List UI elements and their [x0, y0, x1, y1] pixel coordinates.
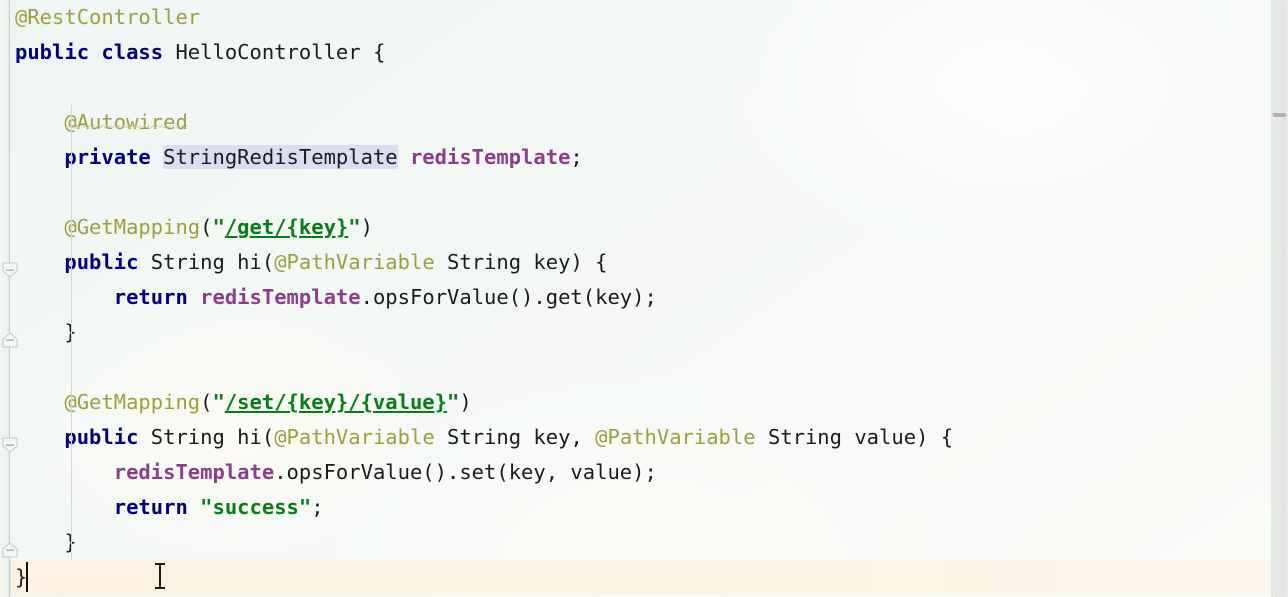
- code-line[interactable]: public String hi(@PathVariable String ke…: [11, 420, 1271, 455]
- token-punct: ): [360, 215, 373, 239]
- token-kw: class: [101, 40, 164, 64]
- indent-guide: [71, 105, 72, 560]
- token-type: HelloController: [175, 40, 361, 64]
- token-field: redisTemplate: [113, 460, 275, 484]
- code-line[interactable]: }: [7, 560, 1271, 595]
- token-punct: (: [200, 390, 213, 414]
- token-punct: value) {: [842, 425, 954, 449]
- token-str: ": [447, 390, 460, 414]
- code-line[interactable]: [11, 350, 1271, 385]
- token-punct: .opsForValue().set(key, value);: [274, 460, 657, 484]
- error-stripe-marker[interactable]: [1273, 113, 1286, 117]
- text-caret: [26, 562, 28, 592]
- fold-expand-method-get-end-icon[interactable]: [2, 332, 18, 348]
- token-str: ": [212, 390, 225, 414]
- vertical-scrollbar-track[interactable]: [1272, 0, 1288, 597]
- token-str: "success": [200, 495, 312, 519]
- code-folding-rail: [9, 0, 10, 597]
- token-anno: @PathVariable: [595, 425, 756, 449]
- identifier-under-caret-highlight: StringRedisTemplate: [163, 145, 398, 169]
- token-anno: @GetMapping: [64, 390, 201, 414]
- code-line[interactable]: @Autowired: [11, 105, 1271, 140]
- fold-collapse-method-set-icon[interactable]: [2, 437, 18, 453]
- token-punct: hi(: [224, 250, 275, 274]
- token-kw: return: [113, 285, 188, 309]
- code-line[interactable]: @RestController: [11, 0, 1271, 35]
- token-type: String: [767, 425, 842, 449]
- token-punct: .opsForValue().get(key);: [360, 285, 657, 309]
- annotation-with-weak-warning: @Autowired: [64, 110, 188, 134]
- token-field: redisTemplate: [409, 145, 571, 169]
- token-punct: (: [200, 215, 213, 239]
- code-line[interactable]: @GetMapping("/set/{key}/{value}"): [11, 385, 1271, 420]
- code-line[interactable]: }: [11, 315, 1271, 350]
- code-line[interactable]: private StringRedisTemplate redisTemplat…: [11, 140, 1271, 175]
- token-kw: return: [113, 495, 188, 519]
- token-anno: @RestController: [15, 5, 201, 29]
- token-kw: public: [64, 250, 139, 274]
- token-kw: private: [64, 145, 151, 169]
- token-type: String: [447, 250, 522, 274]
- code-text-area[interactable]: @RestController public class HelloControl…: [7, 0, 1271, 597]
- code-line[interactable]: public String hi(@PathVariable String ke…: [11, 245, 1271, 280]
- token-kw: public: [15, 40, 90, 64]
- code-editor[interactable]: @RestController public class HelloControl…: [0, 0, 1288, 597]
- code-line[interactable]: [11, 70, 1271, 105]
- token-anno: @PathVariable: [274, 250, 435, 274]
- code-line[interactable]: return redisTemplate.opsForValue().get(k…: [11, 280, 1271, 315]
- code-line[interactable]: redisTemplate.opsForValue().set(key, val…: [11, 455, 1271, 490]
- code-line[interactable]: @GetMapping("/get/{key}"): [11, 210, 1271, 245]
- token-strlink: /get/{key}: [224, 215, 349, 239]
- token-punct: key,: [521, 425, 596, 449]
- token-punct: ;: [311, 495, 324, 519]
- token-anno: @PathVariable: [274, 425, 435, 449]
- code-line[interactable]: }: [11, 525, 1271, 560]
- code-line[interactable]: public class HelloController {: [11, 35, 1271, 70]
- fold-collapse-method-get-icon[interactable]: [2, 262, 18, 278]
- token-kw: public: [64, 425, 139, 449]
- token-punct: }: [15, 530, 77, 554]
- code-lines[interactable]: @RestController public class HelloControl…: [7, 0, 1271, 595]
- fold-expand-method-set-end-icon[interactable]: [2, 542, 18, 558]
- token-punct: hi(: [224, 425, 275, 449]
- token-punct: }: [15, 320, 77, 344]
- token-strlink: /set/{key}/{value}: [224, 390, 447, 414]
- token-punct: ): [459, 390, 472, 414]
- vertical-scrollbar-thumb[interactable]: [1274, 0, 1286, 597]
- code-line[interactable]: [11, 175, 1271, 210]
- token-str: ": [348, 215, 361, 239]
- code-line[interactable]: return "success";: [11, 490, 1271, 525]
- token-field: redisTemplate: [200, 285, 361, 309]
- mouse-cursor-ibeam: [152, 563, 168, 589]
- token-punct: {: [360, 40, 386, 64]
- token-str: ": [212, 215, 225, 239]
- token-punct: ;: [570, 145, 583, 169]
- token-punct: key) {: [521, 250, 608, 274]
- token-type: String: [150, 425, 225, 449]
- token-anno: @GetMapping: [64, 215, 201, 239]
- token-type: String: [150, 250, 225, 274]
- token-type: String: [447, 425, 522, 449]
